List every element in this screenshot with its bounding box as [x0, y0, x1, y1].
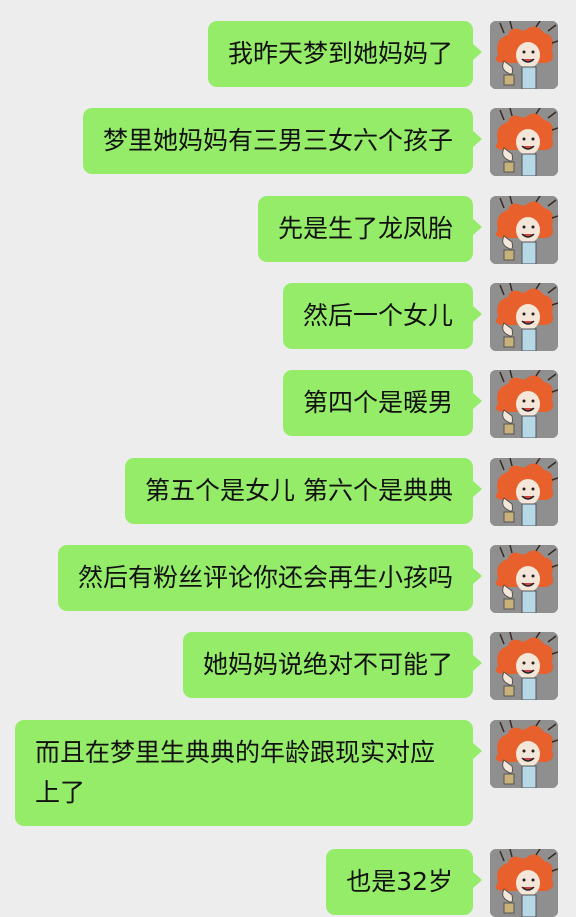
message-bubble[interactable]: 我昨天梦到她妈妈了 — [207, 21, 483, 87]
chat-message-list[interactable]: 我昨天梦到她妈妈了 梦里她妈妈有三男三女六个孩子 先是生了龙凤胎 然后一个女儿 … — [0, 0, 576, 917]
message-bubble[interactable]: 梦里她妈妈有三男三女六个孩子 — [82, 108, 483, 174]
cartoon-avatar-icon[interactable] — [490, 849, 558, 917]
cartoon-avatar-icon[interactable] — [490, 370, 558, 438]
cartoon-avatar-icon[interactable] — [490, 720, 558, 788]
cartoon-avatar-icon[interactable] — [490, 196, 558, 264]
cartoon-avatar-icon[interactable] — [490, 632, 558, 700]
message-bubble[interactable]: 然后一个女儿 — [282, 283, 483, 349]
cartoon-avatar-icon[interactable] — [490, 283, 558, 351]
cartoon-avatar-icon[interactable] — [490, 21, 558, 89]
message-bubble[interactable]: 也是32岁 — [326, 849, 482, 915]
message-bubble[interactable]: 第四个是暖男 — [282, 370, 483, 436]
message-bubble[interactable]: 她妈妈说绝对不可能了 — [182, 632, 483, 698]
message-bubble[interactable]: 然后有粉丝评论你还会再生小孩吗 — [57, 545, 483, 611]
message-bubble[interactable]: 而且在梦里生典典的年龄跟现实对应上了 — [15, 720, 482, 826]
cartoon-avatar-icon[interactable] — [490, 545, 558, 613]
cartoon-avatar-icon[interactable] — [490, 458, 558, 526]
message-bubble[interactable]: 第五个是女儿 第六个是典典 — [125, 458, 482, 524]
message-bubble[interactable]: 先是生了龙凤胎 — [257, 196, 483, 262]
cartoon-avatar-icon[interactable] — [490, 108, 558, 176]
